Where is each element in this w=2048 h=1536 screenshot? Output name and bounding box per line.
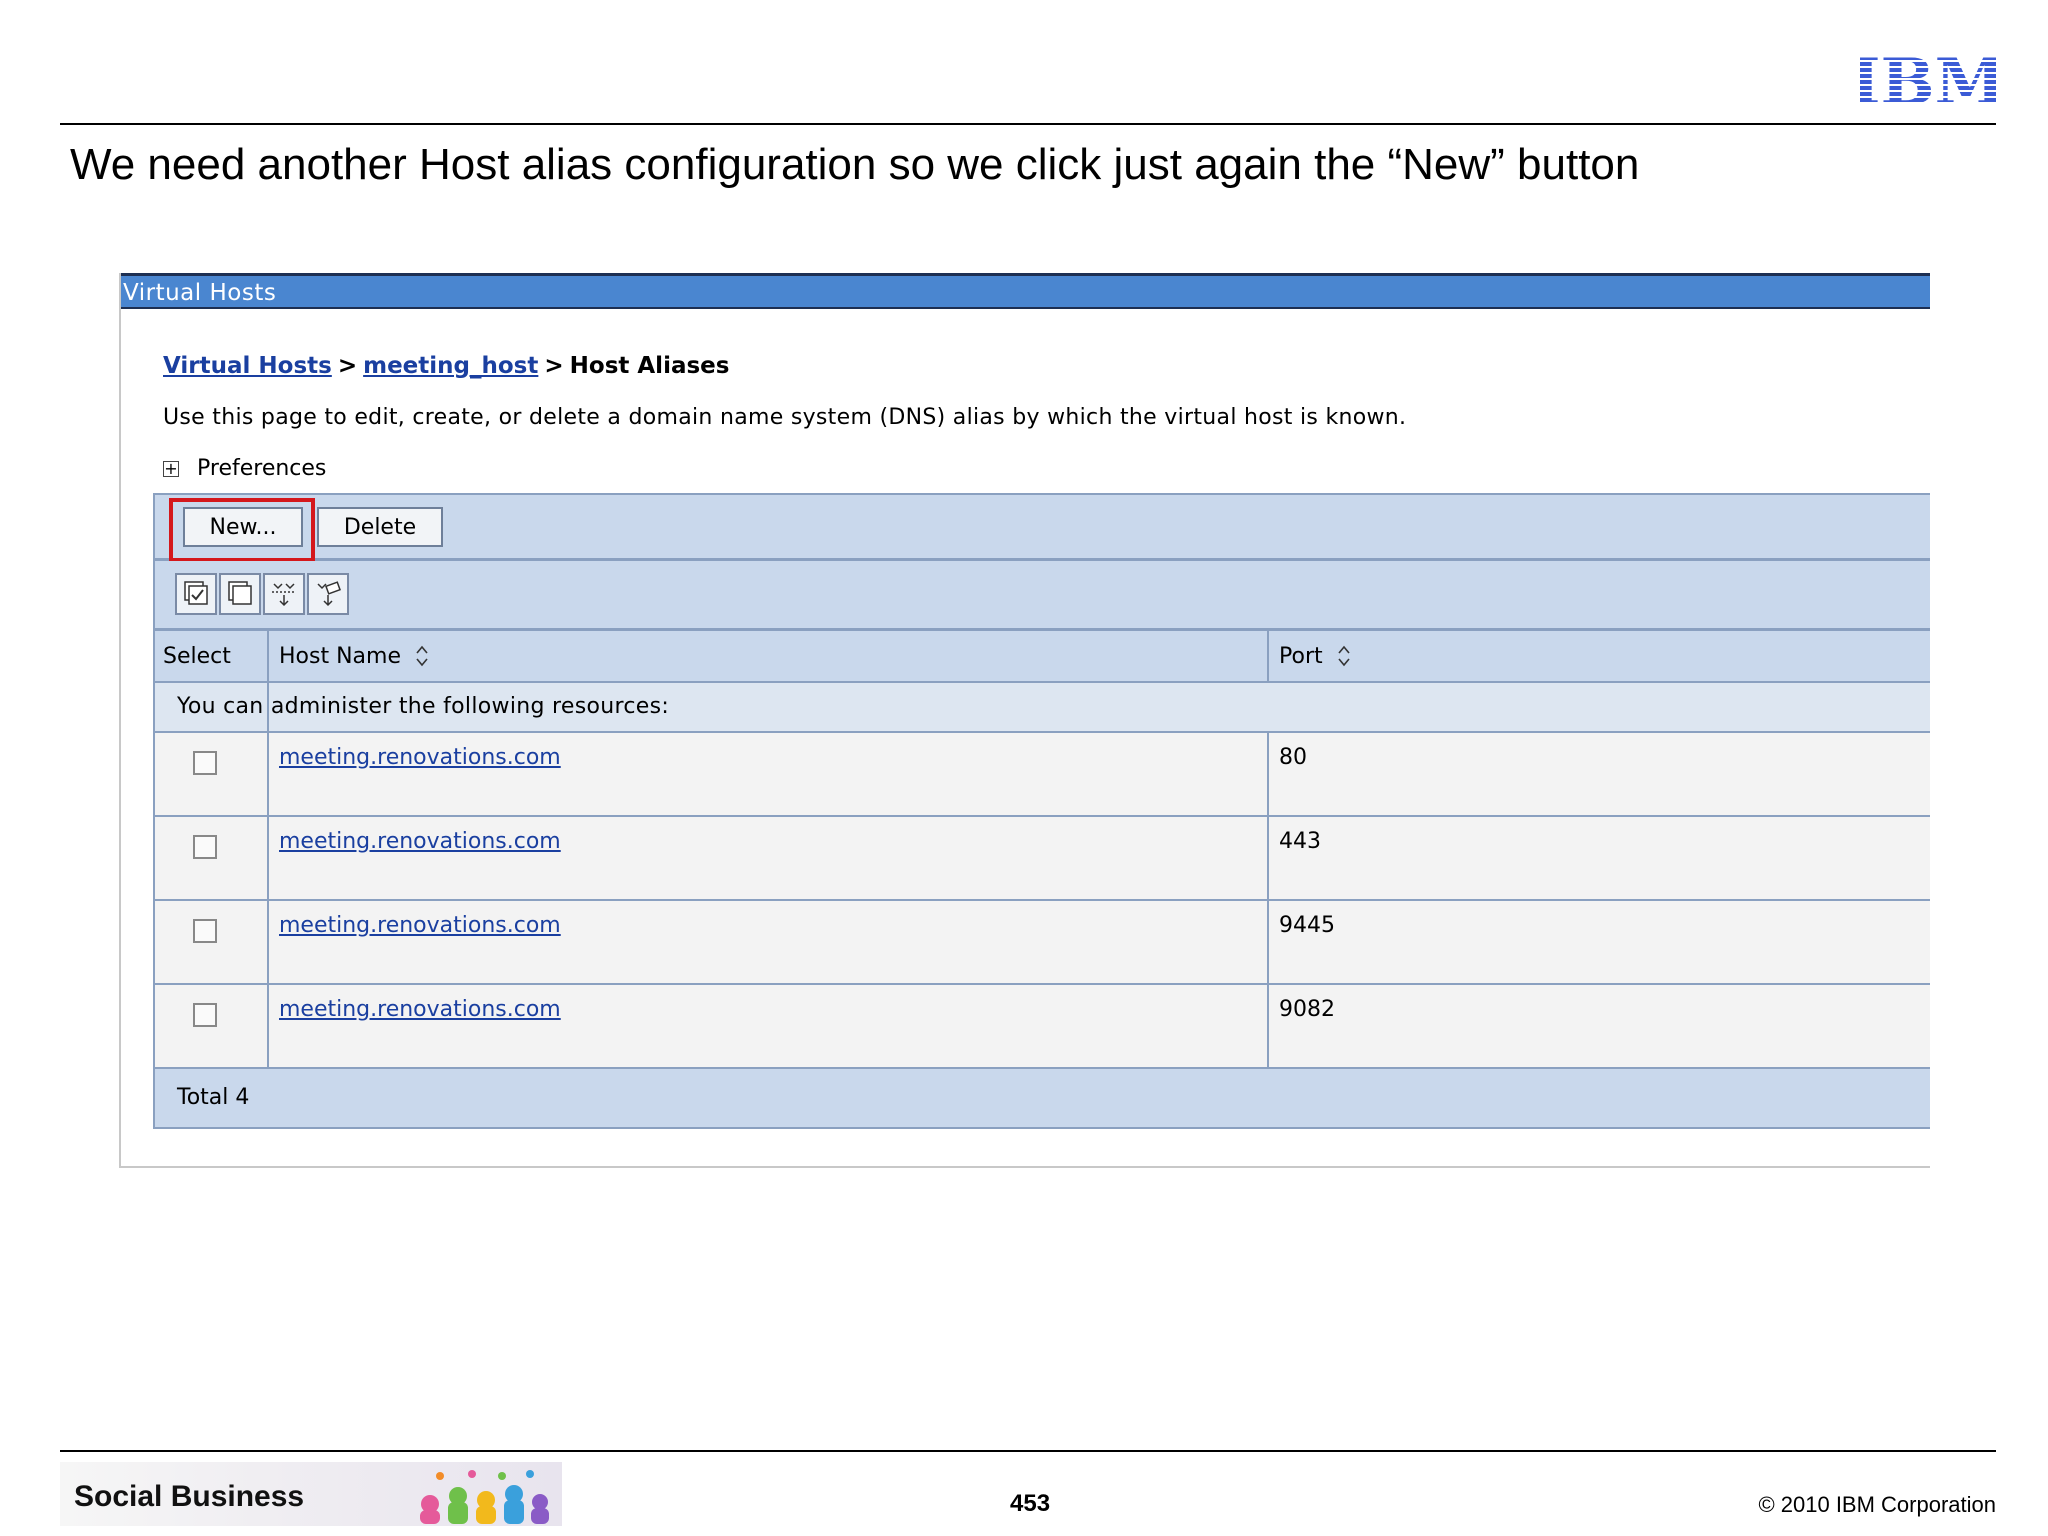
port-value: 443 [1279,829,1321,854]
preferences-label: Preferences [197,456,327,481]
icon-toolbar [153,561,1930,631]
select-all-icon[interactable] [175,573,217,615]
row-select-checkbox[interactable] [193,919,217,943]
sort-icon[interactable] [1337,644,1351,668]
expand-plus-icon[interactable]: + [163,460,179,477]
row-select-checkbox[interactable] [193,1003,217,1027]
ibm-logo: IBM [1860,50,1996,108]
row-select-checkbox[interactable] [193,751,217,775]
table-row: meeting.renovations.com 9082 [153,985,1930,1069]
clear-filter-icon[interactable] [307,573,349,615]
column-divider [267,631,269,1069]
host-name-link[interactable]: meeting.renovations.com [279,829,561,854]
column-header-port-label: Port [1279,643,1323,669]
column-header-port[interactable]: Port [1279,631,1351,681]
column-divider [1267,733,1269,1069]
svg-text:IBM: IBM [1860,50,1996,108]
breadcrumb-current: Host Aliases [569,353,730,379]
table-left-border [153,493,155,1129]
deselect-all-icon[interactable] [219,573,261,615]
host-aliases-collection: New... Delete Select Host Name Port You … [153,493,1930,1136]
table-info-row: You can administer the following resourc… [153,683,1930,733]
breadcrumb-separator: > [544,353,564,379]
column-header-select: Select [163,643,231,669]
page-description: Use this page to edit, create, or delete… [163,405,1407,430]
port-value: 80 [1279,745,1307,770]
port-value: 9082 [1279,997,1335,1022]
table-total-row: Total 4 [153,1069,1930,1129]
panel-header: Virtual Hosts [121,273,1930,309]
copyright: © 2010 IBM Corporation [1758,1492,1996,1517]
slide-title: We need another Host alias configuration… [70,140,1640,189]
breadcrumb: Virtual Hosts > meeting_host > Host Aliases [163,353,729,379]
social-business-banner: Social Business [60,1462,562,1526]
sort-icon[interactable] [415,644,429,668]
table-info-text: You can administer the following resourc… [177,694,670,719]
virtual-hosts-panel: Virtual Hosts Virtual Hosts > meeting_host… [119,273,1930,1168]
panel-header-title: Virtual Hosts [123,280,277,306]
footer-brand: Social Business [74,1480,305,1513]
table-row: meeting.renovations.com 9445 [153,901,1930,985]
row-select-checkbox[interactable] [193,835,217,859]
table-row: meeting.renovations.com 80 [153,733,1930,817]
breadcrumb-separator: > [337,353,358,379]
host-name-link[interactable]: meeting.renovations.com [279,745,561,770]
highlight-box [169,498,315,562]
column-divider [1267,631,1269,683]
page-number: 453 [1010,1490,1051,1517]
people-illustration-icon [420,1470,549,1524]
table-header: Select Host Name Port [153,631,1930,683]
port-value: 9445 [1279,913,1335,938]
breadcrumb-meeting-host-link[interactable]: meeting_host [363,353,538,379]
column-header-host-name-label: Host Name [279,643,401,669]
breadcrumb-virtual-hosts-link[interactable]: Virtual Hosts [163,353,332,379]
delete-button[interactable]: Delete [317,507,443,547]
host-name-link[interactable]: meeting.renovations.com [279,997,561,1022]
column-header-host-name[interactable]: Host Name [279,631,429,681]
table-row: meeting.renovations.com 443 [153,817,1930,901]
preferences-toggle[interactable]: + Preferences [163,456,326,481]
host-name-link[interactable]: meeting.renovations.com [279,913,561,938]
top-rule [60,123,1996,125]
table-total-text: Total 4 [177,1085,250,1110]
bottom-rule [60,1450,1996,1452]
button-bar: New... Delete [153,493,1930,562]
show-filter-icon[interactable] [263,573,305,615]
